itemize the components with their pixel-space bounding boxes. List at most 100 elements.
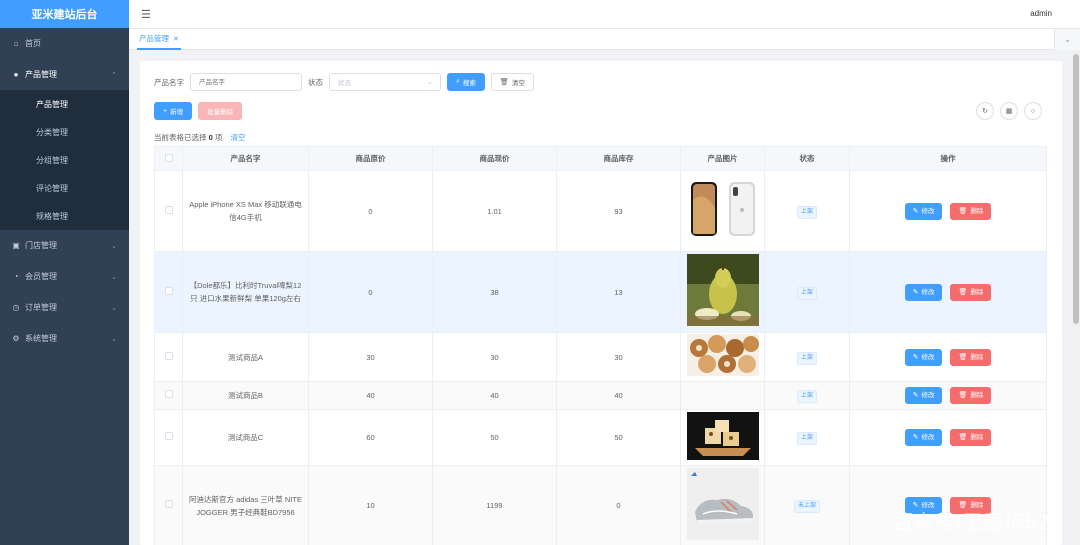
close-icon[interactable]: ✕ xyxy=(173,35,179,43)
chevron-down-icon[interactable]: ⌄ xyxy=(1054,29,1080,50)
clear-button-label: 清空 xyxy=(511,80,525,87)
column-header[interactable]: 商品库存 xyxy=(556,146,681,171)
delete-button[interactable]: 🗑 删除 xyxy=(950,283,992,301)
column-header[interactable]: 状态 xyxy=(764,146,850,171)
product-image xyxy=(686,180,759,242)
image-cell xyxy=(680,170,765,252)
row-checkbox[interactable] xyxy=(164,286,173,295)
row-checkbox-cell[interactable] xyxy=(154,251,183,333)
table-header-row: 产品名字 商品原价 商品现价 商品库存 产品图片 状态 操作 xyxy=(154,146,1047,171)
row-checkbox[interactable] xyxy=(164,500,173,508)
name-search-input[interactable] xyxy=(190,73,302,91)
trash-icon: 🗑 xyxy=(958,288,968,296)
tab-product-management[interactable]: 产品管理 ✕ xyxy=(137,29,181,50)
submenu-item[interactable]: 分组管理 xyxy=(0,146,129,174)
row-checkbox[interactable] xyxy=(164,351,173,360)
selection-suffix: 项 xyxy=(214,133,223,142)
tabs-bar: 产品管理 ✕ ⌄ xyxy=(129,29,1080,50)
edit-button-label: 修改 xyxy=(921,434,935,441)
selection-clear-link[interactable]: 清空 xyxy=(230,133,245,142)
edit-icon: ✎ xyxy=(912,207,919,215)
select-all-cell[interactable] xyxy=(154,146,183,171)
row-checkbox[interactable] xyxy=(164,390,173,398)
hamburger-icon[interactable]: ☰ xyxy=(141,8,151,21)
delete-button[interactable]: 🗑 删除 xyxy=(950,429,992,446)
edit-button-label: 修改 xyxy=(921,392,935,399)
store-icon: ▣ xyxy=(12,241,20,250)
edit-button[interactable]: ✎ 修改 xyxy=(904,202,943,220)
table-row[interactable]: 测试商品B 40 40 40 上架 ✎ 修改 🗑 删除 xyxy=(154,381,1047,410)
submenu-item[interactable]: 分类管理 xyxy=(0,118,129,146)
sidebar-item[interactable]: ● 产品管理 ⌃ xyxy=(0,59,129,90)
page-scrollbar[interactable] xyxy=(1072,50,1080,545)
submenu-item[interactable]: 产品管理 xyxy=(0,90,129,118)
row-checkbox[interactable] xyxy=(164,205,173,214)
edit-button[interactable]: ✎ 修改 xyxy=(904,348,943,366)
column-header[interactable]: 商品原价 xyxy=(308,146,433,171)
row-checkbox-cell[interactable] xyxy=(154,381,183,410)
row-checkbox-cell[interactable] xyxy=(154,409,183,466)
row-checkbox-cell[interactable] xyxy=(154,170,183,252)
add-button[interactable]: + 新增 xyxy=(154,102,193,120)
table-tools: ↻ ▦ ○ xyxy=(976,102,1042,120)
sidebar-item-label: 门店管理 xyxy=(25,241,57,250)
search-toggle-icon[interactable]: ○ xyxy=(1024,102,1042,120)
column-header[interactable]: 产品名字 xyxy=(182,146,309,171)
delete-button[interactable]: 🗑 删除 xyxy=(950,202,992,220)
chevron-down-icon: ⌄ xyxy=(111,242,117,250)
current-price-cell: 30 xyxy=(432,332,557,382)
edit-button[interactable]: ✎ 修改 xyxy=(904,387,943,404)
user-name[interactable]: admin xyxy=(1030,9,1052,18)
delete-button-label: 删除 xyxy=(970,434,984,441)
status-select[interactable]: 状态 ⌄ xyxy=(329,73,441,91)
row-checkbox[interactable] xyxy=(164,432,173,440)
edit-button[interactable]: ✎ 修改 xyxy=(904,283,943,301)
status-cell: 上架 xyxy=(764,332,850,382)
delete-button-label: 删除 xyxy=(970,207,984,215)
current-price-cell: 1.01 xyxy=(432,170,557,252)
table-row[interactable]: 测试商品A 30 30 30 上架 ✎ 修改 🗑 删除 xyxy=(154,332,1047,382)
table-row[interactable]: 【Dole都乐】比利时Truval啤梨12只 进口水果新鲜梨 单果120g左右 0… xyxy=(154,251,1047,333)
sidebar-item[interactable]: ⌂ 首页 xyxy=(0,28,129,59)
delete-button[interactable]: 🗑 删除 xyxy=(950,387,992,404)
row-checkbox-cell[interactable] xyxy=(154,465,183,545)
table-row[interactable]: Apple iPhone XS Max 移动联通电信4G手机 0 1.01 93 上架 ✎… xyxy=(154,170,1047,252)
sidebar-item[interactable]: ◔ 会员管理 ⌄ xyxy=(0,261,129,292)
search-button[interactable]: ⌕ 搜索 xyxy=(447,73,485,91)
submenu-item[interactable]: 规格管理 xyxy=(0,202,129,230)
product-name-cell: 测试商品B xyxy=(182,381,309,410)
status-cell: 未上架 xyxy=(764,465,850,545)
status-cell: 上架 xyxy=(764,251,850,333)
sidebar-item[interactable]: ⚙ 系统管理 ⌄ xyxy=(0,323,129,354)
refresh-icon[interactable]: ↻ xyxy=(976,102,994,120)
batch-delete-label: 批量删除 xyxy=(207,109,234,116)
product-name-cell: 【Dole都乐】比利时Truval啤梨12只 进口水果新鲜梨 单果120g左右 xyxy=(182,251,309,333)
row-checkbox-cell[interactable] xyxy=(154,332,183,382)
product-image xyxy=(686,467,759,544)
trash-icon: 🗑 xyxy=(958,434,968,441)
column-header[interactable]: 商品现价 xyxy=(432,146,557,171)
operations-cell: ✎ 修改 🗑 删除 xyxy=(849,332,1047,382)
stock-cell: 50 xyxy=(556,409,681,466)
sidebar-item[interactable]: ◷ 订单管理 ⌄ xyxy=(0,292,129,323)
sidebar-item[interactable]: ▣ 门店管理 ⌄ xyxy=(0,230,129,261)
edit-icon: ✎ xyxy=(912,392,919,399)
clear-button[interactable]: 🗑 清空 xyxy=(490,73,534,91)
edit-button[interactable]: ✎ 修改 xyxy=(904,429,943,446)
chevron-down-icon: ⌄ xyxy=(427,79,433,86)
submenu-item[interactable]: 评论管理 xyxy=(0,174,129,202)
image-cell xyxy=(680,409,765,466)
select-all-checkbox[interactable] xyxy=(164,153,173,162)
batch-delete-button[interactable]: 批量删除 xyxy=(198,102,243,120)
delete-button-label: 删除 xyxy=(970,392,984,399)
grid-icon[interactable]: ▦ xyxy=(1000,102,1018,120)
delete-button[interactable]: 🗑 删除 xyxy=(950,348,992,366)
column-header[interactable]: 产品图片 xyxy=(680,146,765,171)
current-price-cell: 40 xyxy=(432,381,557,410)
scrollbar-thumb[interactable] xyxy=(1073,54,1079,324)
table-row[interactable]: 测试商品C 60 50 50 上架 ✎ 修改 🗑 删除 xyxy=(154,409,1047,466)
delete-button-label: 删除 xyxy=(970,353,984,361)
column-header[interactable]: 操作 xyxy=(849,146,1047,171)
stock-cell: 30 xyxy=(556,332,681,382)
current-price-cell: 1199 xyxy=(432,465,557,545)
